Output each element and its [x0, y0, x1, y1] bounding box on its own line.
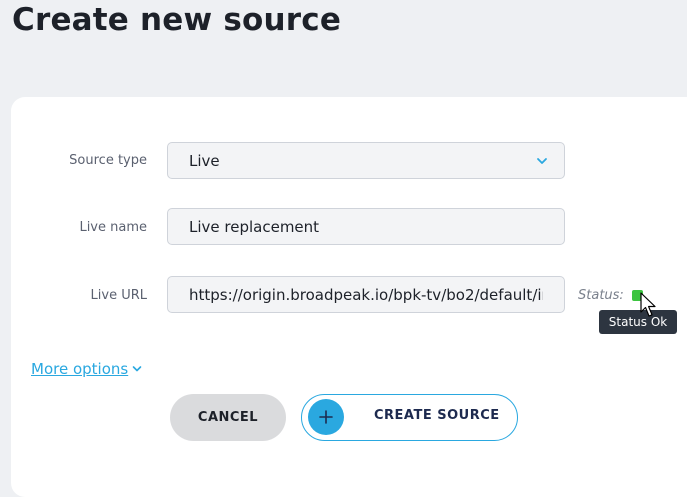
source-type-label: Source type	[69, 153, 147, 168]
source-type-select[interactable]: Live	[167, 142, 565, 179]
more-options-label: More options	[31, 360, 129, 378]
live-name-label: Live name	[79, 220, 147, 235]
source-type-value: Live	[189, 151, 220, 170]
mouse-cursor-icon	[640, 292, 656, 317]
live-name-input[interactable]: Live replacement	[167, 208, 565, 245]
live-url-value: https://origin.broadpeak.io/bpk-tv/bo2/d…	[189, 285, 543, 304]
live-name-value: Live replacement	[189, 217, 320, 236]
chevron-down-icon	[537, 158, 547, 164]
live-url-input[interactable]: https://origin.broadpeak.io/bpk-tv/bo2/d…	[167, 276, 565, 313]
cancel-button[interactable]: CANCEL	[170, 394, 286, 441]
plus-icon	[308, 399, 344, 435]
create-source-form: Source type Live Live name Live replacem…	[11, 97, 687, 497]
chevron-down-icon	[132, 366, 142, 372]
status-tooltip: Status Ok	[599, 310, 677, 334]
live-url-label: Live URL	[90, 288, 147, 303]
status-label: Status:	[578, 288, 624, 303]
create-source-button[interactable]: CREATE SOURCE	[301, 394, 518, 441]
create-source-label: CREATE SOURCE	[374, 408, 500, 423]
page-title: Create new source	[12, 2, 342, 38]
more-options-link[interactable]: More options	[31, 360, 142, 378]
